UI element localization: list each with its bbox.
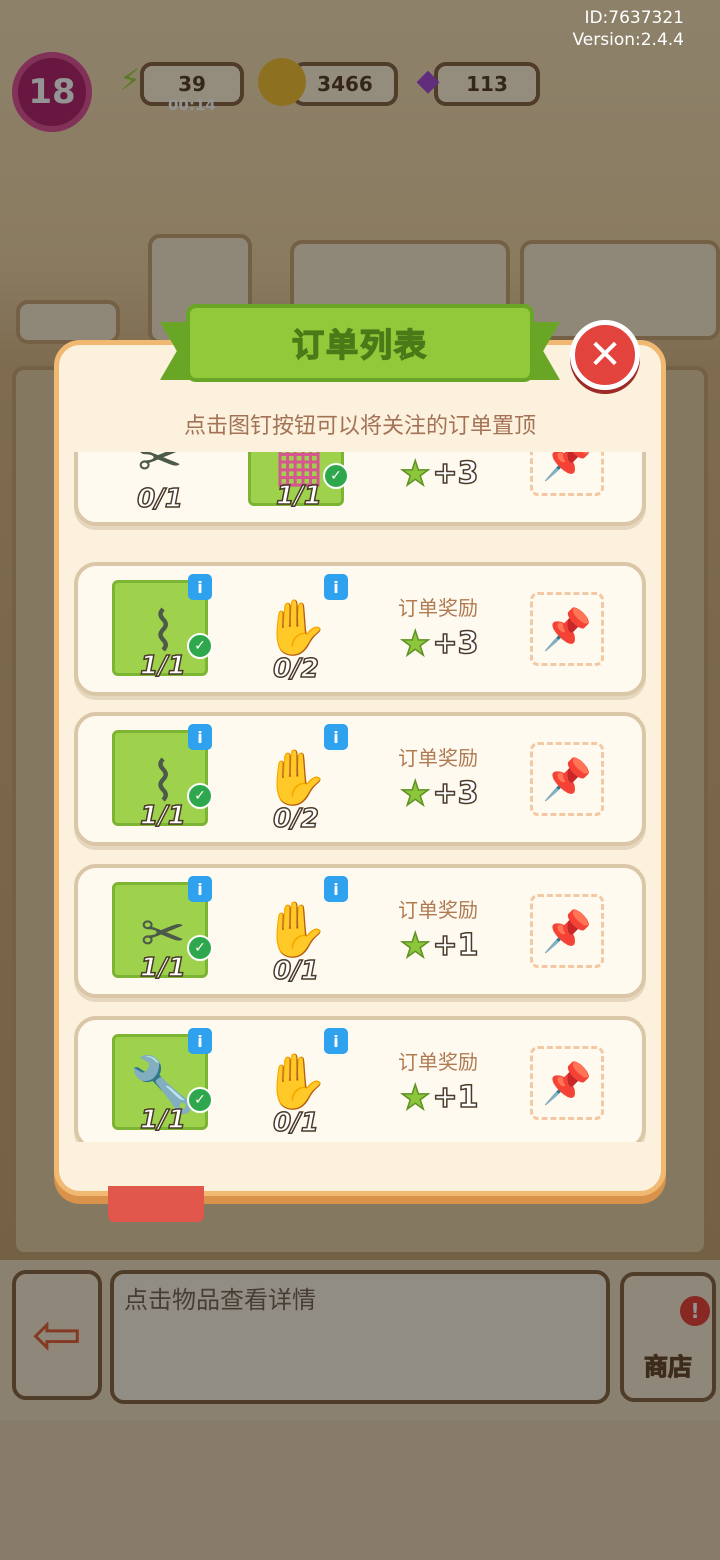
info-icon[interactable]: i — [324, 724, 348, 750]
order-card[interactable]: ✂0/1i▦1/1✓i订单奖励★+3📌 — [74, 452, 646, 526]
reward-label: 订单奖励 — [398, 746, 478, 770]
reward-row: ★ +3 — [399, 453, 480, 494]
pin-button[interactable]: 📌 — [530, 592, 604, 666]
reward-row: ★ +1 — [399, 1077, 480, 1118]
item-progress: 0/1 — [136, 483, 183, 515]
star-icon: ★ — [399, 773, 431, 814]
order-item-slot[interactable]: ▦ 1/1 ✓ — [248, 452, 349, 512]
version-text: Version:2.4.4 — [572, 30, 685, 50]
title-ribbon: 订单列表 — [186, 304, 534, 382]
reward-value: +3 — [432, 625, 480, 662]
order-card[interactable]: ⌇ 1/1 ✓ i ✋ 0/2 i 订单奖励 ★ +3 📌 — [74, 562, 646, 696]
reward-value: +3 — [432, 775, 480, 812]
reward-row: ★ +1 — [399, 925, 480, 966]
reward-value: +1 — [432, 1079, 480, 1116]
check-icon: ✓ — [187, 783, 213, 809]
close-button[interactable]: ✕ — [570, 320, 640, 390]
order-card[interactable]: 🔧 1/1 ✓ i ✋ 0/1 i 订单奖励 ★ +1 📌 — [74, 1016, 646, 1142]
item-progress: 0/2 — [272, 803, 319, 835]
order-item-slot[interactable]: ✂ 0/1 — [112, 452, 208, 515]
info-icon[interactable]: i — [188, 724, 212, 750]
reward-row: ★ +3 — [399, 623, 480, 664]
check-icon: ✓ — [187, 633, 213, 659]
reward-label: 订单奖励 — [398, 596, 478, 620]
check-icon: ✓ — [187, 935, 213, 961]
close-icon: ✕ — [588, 332, 622, 378]
info-icon[interactable]: i — [188, 574, 212, 600]
order-card[interactable]: ✂ 1/1 ✓ i ✋ 0/1 i 订单奖励 ★ +1 📌 — [74, 864, 646, 998]
pin-button[interactable]: 📌 — [530, 742, 604, 816]
item-progress: 0/2 — [272, 653, 319, 685]
reward-row: ★ +3 — [399, 773, 480, 814]
reward-label: 订单奖励 — [398, 1050, 478, 1074]
pin-button[interactable]: 📌 — [530, 894, 604, 968]
dialog-title: 订单列表 — [291, 325, 428, 365]
info-icon[interactable]: i — [188, 876, 212, 902]
star-icon: ★ — [399, 1077, 431, 1118]
reward-value: +3 — [432, 455, 480, 492]
check-icon: ✓ — [187, 1087, 213, 1113]
check-icon: ✓ — [323, 463, 349, 489]
tab-marker — [108, 1186, 204, 1222]
reward-value: +1 — [432, 927, 480, 964]
info-icon[interactable]: i — [324, 876, 348, 902]
item-progress: 0/1 — [272, 955, 319, 987]
reward-label: 订单奖励 — [398, 898, 478, 922]
star-icon: ★ — [399, 925, 431, 966]
info-icon[interactable]: i — [324, 1028, 348, 1054]
item-progress: 0/1 — [272, 1107, 319, 1139]
info-icon[interactable]: i — [188, 1028, 212, 1054]
info-icon[interactable]: i — [324, 574, 348, 600]
star-icon: ★ — [399, 623, 431, 664]
player-id: ID:7637321 — [584, 8, 684, 28]
star-icon: ★ — [399, 453, 431, 494]
pin-button[interactable]: 📌 — [530, 452, 604, 496]
dialog-subtitle: 点击图钉按钮可以将关注的订单置顶 — [183, 414, 536, 439]
pin-button[interactable]: 📌 — [530, 1046, 604, 1120]
order-card[interactable]: ⌇ 1/1 ✓ i ✋ 0/2 i 订单奖励 ★ +3 📌 — [74, 712, 646, 846]
order-list[interactable]: ✂0/1i▦1/1✓i订单奖励★+3📌⌇1/1✓i✋0/2i订单奖励★+3📌⌇1… — [70, 452, 650, 1142]
